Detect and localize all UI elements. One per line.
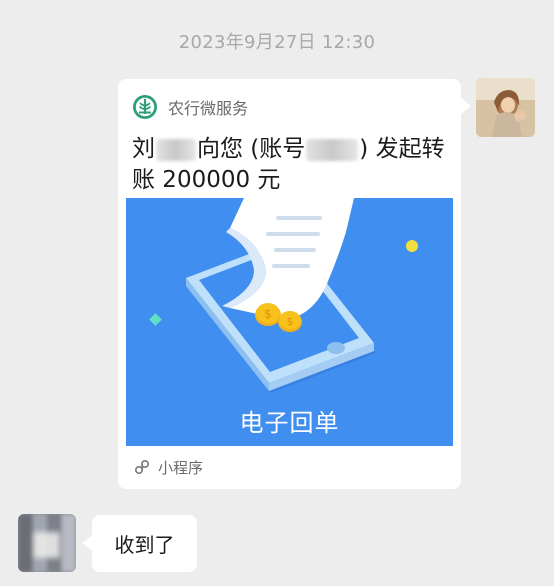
chat-timestamp: 2023年9月27日 12:30 xyxy=(178,32,376,53)
redacted-name xyxy=(156,138,196,161)
redacted-account xyxy=(306,138,359,161)
sender-avatar[interactable] xyxy=(476,78,535,137)
sender-avatar-image xyxy=(476,78,535,137)
mini-program-label: 小程序 xyxy=(158,458,204,477)
card-title-prefix: 刘 xyxy=(132,136,155,162)
recipient-avatar[interactable] xyxy=(18,514,76,572)
banner-label: 电子回单 xyxy=(239,409,340,437)
card-title-line2: 账 200000 元 xyxy=(132,167,281,193)
reply-message[interactable]: 收到了 xyxy=(82,515,197,572)
svg-text:$: $ xyxy=(287,315,294,328)
svg-text:$: $ xyxy=(264,307,272,321)
card-header: 农行微服务 xyxy=(132,93,248,121)
card-title-mid1: 向您 (账号 xyxy=(197,136,306,162)
card-title-mid2: ) 发起转 xyxy=(359,136,445,162)
recipient-avatar-blur xyxy=(34,532,60,558)
card-footer: 小程序 xyxy=(134,456,203,478)
abc-bank-logo-icon xyxy=(133,95,157,119)
reply-text: 收到了 xyxy=(114,533,175,557)
receipt-banner[interactable]: $ $ 电子回单 xyxy=(126,198,453,446)
mini-program-icon xyxy=(134,459,150,475)
card-brand-name: 农行微服务 xyxy=(168,99,249,118)
transfer-card[interactable]: 农行微服务 刘 向您 (账号 ) 发起转 账 200000 元 $ $ 电子回单 小… xyxy=(118,79,471,489)
card-title: 刘 向您 (账号 ) 发起转 账 200000 元 xyxy=(132,134,450,196)
